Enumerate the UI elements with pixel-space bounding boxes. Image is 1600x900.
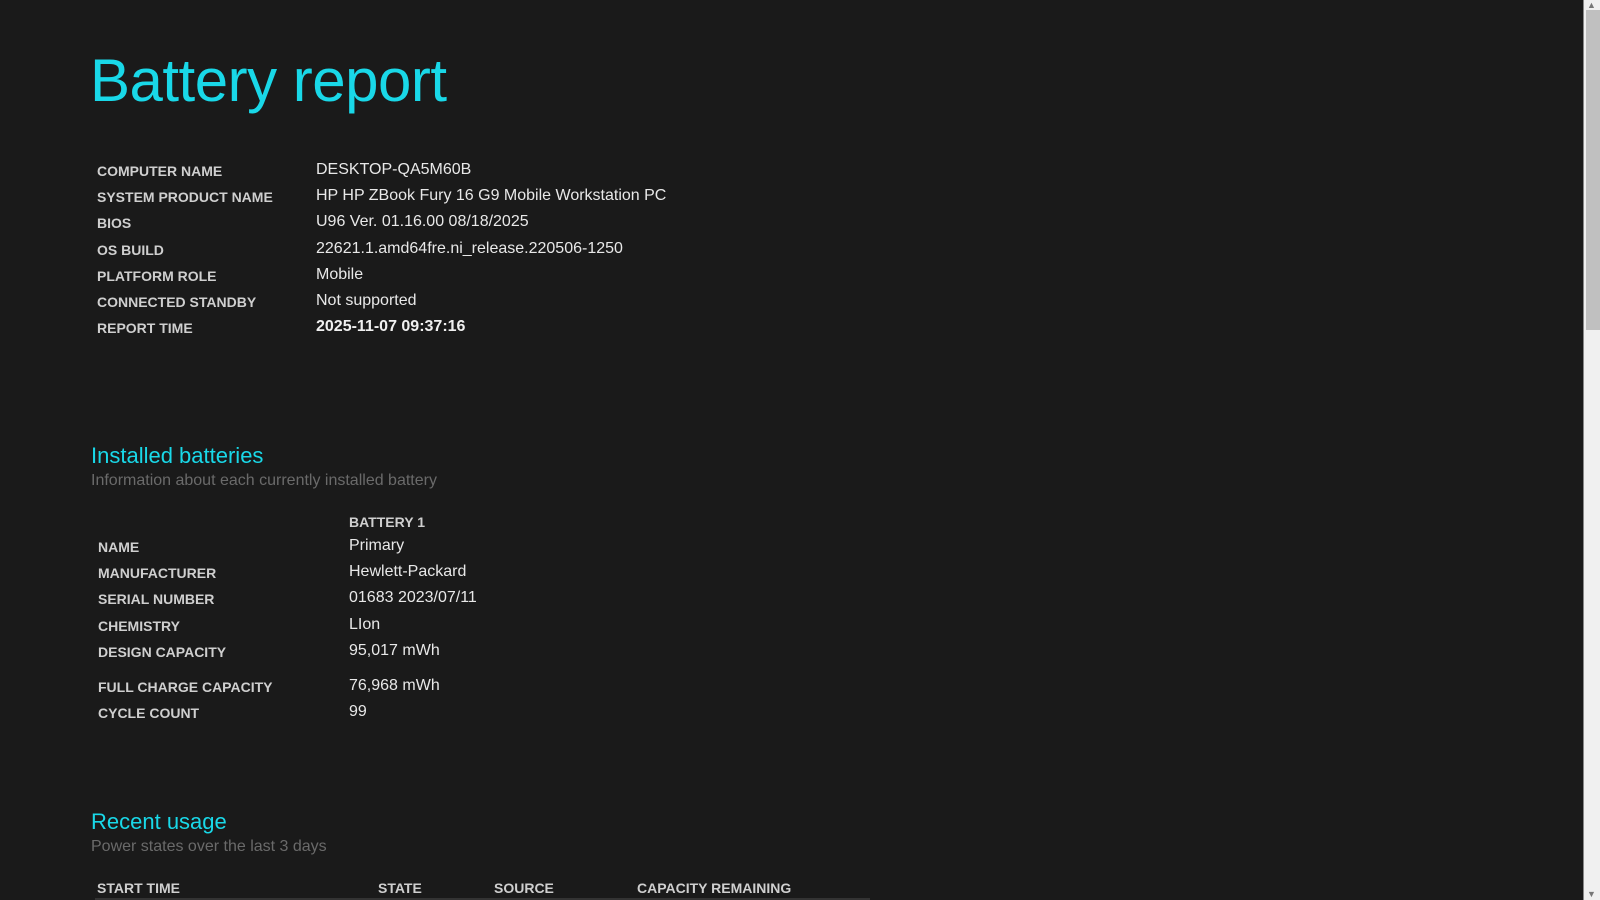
os-build-value: 22621.1.amd64fre.ni_release.220506-1250	[316, 240, 623, 257]
serial-number-label: SERIAL NUMBER	[98, 591, 215, 607]
column-source: SOURCE	[494, 880, 554, 896]
installed-batteries-subtitle: Information about each currently install…	[91, 472, 437, 489]
cycle-count-label: CYCLE COUNT	[98, 705, 200, 721]
cycle-count-value: 99	[349, 703, 367, 720]
bios-value: U96 Ver. 01.16.00 08/18/2025	[316, 213, 529, 230]
battery-name-label: NAME	[98, 539, 140, 555]
os-build-label: OS BUILD	[97, 242, 164, 258]
chemistry-value: LIon	[349, 616, 381, 633]
scroll-up-arrow-icon[interactable]: ▲	[1587, 0, 1596, 10]
page-title: Battery report	[90, 47, 447, 114]
system-product-name-label: SYSTEM PRODUCT NAME	[97, 189, 273, 205]
recent-usage-heading: Recent usage	[91, 809, 227, 834]
computer-name-value: DESKTOP-QA5M60B	[316, 161, 472, 178]
battery-name-value: Primary	[349, 537, 405, 554]
column-capacity-remaining: CAPACITY REMAINING	[637, 880, 792, 896]
connected-standby-label: CONNECTED STANDBY	[97, 294, 257, 310]
vertical-scrollbar[interactable]: ▲ ▼	[1583, 0, 1600, 900]
scroll-down-arrow-icon[interactable]: ▼	[1587, 889, 1596, 899]
connected-standby-value: Not supported	[316, 292, 417, 309]
bios-label: BIOS	[97, 215, 132, 231]
platform-role-label: PLATFORM ROLE	[97, 268, 217, 284]
installed-batteries-heading: Installed batteries	[91, 443, 264, 468]
column-start-time: START TIME	[97, 880, 180, 896]
chemistry-label: CHEMISTRY	[98, 618, 180, 634]
full-charge-capacity-value: 76,968 mWh	[349, 677, 440, 694]
design-capacity-label: DESIGN CAPACITY	[98, 644, 227, 660]
scrollbar-thumb[interactable]	[1586, 10, 1600, 330]
manufacturer-value: Hewlett-Packard	[349, 563, 467, 580]
report-time-label: REPORT TIME	[97, 320, 193, 336]
full-charge-capacity-label: FULL CHARGE CAPACITY	[98, 679, 273, 695]
serial-number-value: 01683 2023/07/11	[349, 589, 477, 606]
recent-usage-subtitle: Power states over the last 3 days	[91, 838, 327, 855]
manufacturer-label: MANUFACTURER	[98, 565, 217, 581]
design-capacity-value: 95,017 mWh	[349, 642, 440, 659]
battery-1-column-header: BATTERY 1	[349, 514, 425, 530]
platform-role-value: Mobile	[316, 266, 364, 283]
computer-name-label: COMPUTER NAME	[97, 163, 223, 179]
system-product-name-value: HP HP ZBook Fury 16 G9 Mobile Workstatio…	[316, 187, 667, 204]
column-state: STATE	[378, 880, 422, 896]
report-time-value: 2025-11-07 09:37:16	[316, 318, 466, 335]
